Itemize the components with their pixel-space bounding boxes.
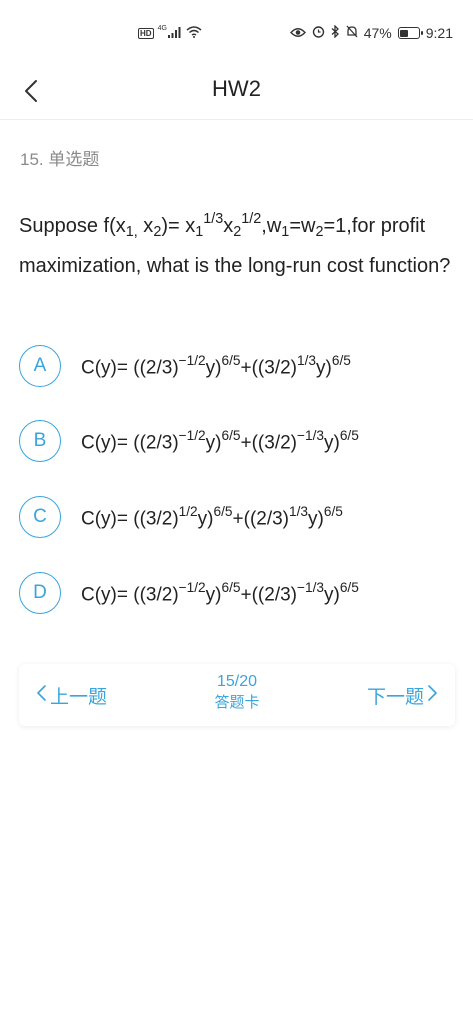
option-text: C(y)= ((3/2)−1/2y)6/5+((2/3)−1/3y)6/5 bbox=[81, 579, 359, 606]
option-b[interactable]: B C(y)= ((2/3)−1/2y)6/5+((3/2)−1/3y)6/5 bbox=[19, 419, 459, 463]
option-text: C(y)= ((2/3)−1/2y)6/5+((3/2)1/3y)6/5 bbox=[81, 352, 351, 379]
option-letter-circle: A bbox=[19, 345, 61, 387]
chevron-left-icon bbox=[37, 684, 46, 707]
option-letter-circle: B bbox=[19, 420, 61, 462]
signal-icon bbox=[167, 26, 182, 41]
next-question-label: 下一题 bbox=[366, 687, 424, 708]
battery-icon bbox=[397, 27, 423, 39]
question-text: Suppose f(x1, x2)= x11/3x21/2,w1=w2=1,fo… bbox=[19, 211, 451, 277]
status-left: HD 4G bbox=[138, 25, 202, 41]
clock-time: 9:21 bbox=[425, 25, 453, 41]
page-title: HW2 bbox=[212, 76, 261, 101]
answer-card-button[interactable]: 15/20 答题卡 bbox=[177, 672, 297, 714]
bluetooth-icon bbox=[331, 24, 340, 41]
question-nav-card: 上一题 15/20 答题卡 下一题 bbox=[19, 664, 455, 726]
question-type-label: 15. 单选题 bbox=[20, 150, 100, 169]
wifi-icon bbox=[186, 26, 202, 41]
option-c[interactable]: C C(y)= ((3/2)1/2y)6/5+((2/3)1/3y)6/5 bbox=[19, 495, 459, 539]
status-right: 47% 9:21 bbox=[289, 24, 453, 41]
chevron-right-icon bbox=[428, 684, 437, 707]
mute-bell-icon bbox=[346, 25, 358, 41]
hd-badge: HD bbox=[138, 28, 154, 39]
network-type: 4G bbox=[157, 25, 167, 32]
next-question-button[interactable]: 下一题 bbox=[367, 682, 437, 709]
question-progress: 15/20 bbox=[216, 673, 258, 690]
battery-percent: 47% bbox=[363, 25, 392, 41]
prev-question-button[interactable]: 上一题 bbox=[37, 682, 107, 709]
alarm-icon bbox=[312, 25, 325, 41]
option-d[interactable]: D C(y)= ((3/2)−1/2y)6/5+((2/3)−1/3y)6/5 bbox=[19, 571, 459, 615]
option-letter-circle: D bbox=[19, 572, 61, 614]
prev-question-label: 上一题 bbox=[50, 687, 108, 708]
nav-bar: HW2 bbox=[0, 66, 473, 120]
option-letter-circle: C bbox=[19, 496, 61, 538]
battery-fill bbox=[400, 29, 409, 37]
status-bar: HD 4G 47% 9:21 bbox=[0, 0, 473, 66]
eye-icon bbox=[289, 25, 306, 41]
answer-card-label: 答题卡 bbox=[214, 694, 260, 711]
option-text: C(y)= ((3/2)1/2y)6/5+((2/3)1/3y)6/5 bbox=[81, 503, 343, 530]
option-a[interactable]: A C(y)= ((2/3)−1/2y)6/5+((3/2)1/3y)6/5 bbox=[19, 344, 459, 388]
option-text: C(y)= ((2/3)−1/2y)6/5+((3/2)−1/3y)6/5 bbox=[81, 427, 359, 454]
